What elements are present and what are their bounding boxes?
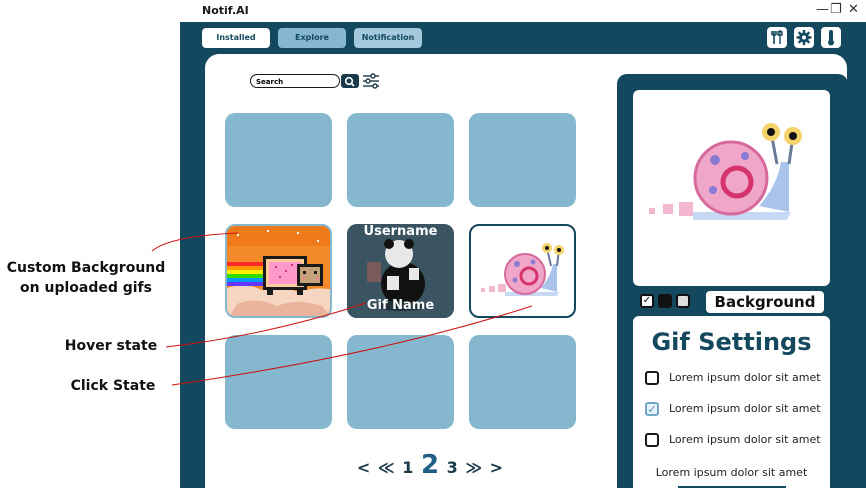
tab-notification[interactable]: Notification: [354, 28, 422, 48]
last-page-button[interactable]: ≫: [465, 458, 482, 477]
gear-icon[interactable]: [794, 27, 814, 48]
annotation-click-state: Click State: [70, 378, 156, 394]
gif-tile-selected[interactable]: [469, 224, 576, 318]
snail-preview-gif: [649, 123, 802, 220]
content-area: Search Username Gif Name < ≪ 1 2 3 ≫ > ✓…: [180, 54, 866, 488]
hover-gif-name: Gif Name: [366, 298, 435, 313]
setting-option-label: Lorem ipsum dolor sit amet: [669, 402, 821, 415]
thermometer-icon[interactable]: [821, 27, 841, 48]
background-selector: ✓ Background: [640, 291, 824, 313]
tab-explore[interactable]: Explore: [278, 28, 346, 48]
snail-gif: [481, 243, 564, 296]
gif-settings-title: Gif Settings: [651, 328, 812, 356]
search-icon: [344, 76, 355, 87]
gif-detail-sidebar: ✓ Background Gif Settings Lorem ipsum do…: [617, 74, 848, 488]
restore-icon[interactable]: ❐: [830, 2, 842, 17]
page-3-button[interactable]: 3: [447, 458, 458, 477]
annotation-custom-background: Custom Background on uploaded gifs: [6, 258, 166, 298]
nyan-cat-gif: [227, 226, 330, 316]
tools-icon[interactable]: [767, 27, 787, 48]
top-nav: Installed Explore Notification: [180, 22, 866, 54]
search-button[interactable]: [341, 74, 359, 88]
setting-description: Lorem ipsum dolor sit amet: [655, 466, 808, 479]
page-1-button[interactable]: 1: [402, 458, 413, 477]
annotation-hover-state: Hover state: [64, 338, 158, 354]
pagination: < ≪ 1 2 3 ≫ >: [345, 450, 515, 480]
setting-option-label: Lorem ipsum dolor sit amet: [669, 371, 821, 384]
gif-tile[interactable]: [225, 113, 332, 207]
app-window: Notif.AI — ❐ ✕ Installed Explore Notific…: [180, 0, 866, 488]
setting-option-1[interactable]: Lorem ipsum dolor sit amet: [645, 370, 830, 388]
hover-username: Username: [363, 224, 438, 239]
app-title: Notif.AI: [202, 4, 249, 17]
gif-tile[interactable]: [347, 113, 454, 207]
gif-tile[interactable]: [347, 335, 454, 429]
checkbox-checked-icon[interactable]: ✓: [645, 402, 659, 416]
first-page-button[interactable]: ≪: [378, 458, 395, 477]
title-bar: Notif.AI — ❐ ✕: [180, 0, 866, 22]
gif-preview: [633, 90, 830, 286]
minimize-icon[interactable]: —: [816, 2, 829, 17]
gif-tile[interactable]: [469, 335, 576, 429]
annotation-custom-background-text: Custom Background on uploaded gifs: [6, 260, 166, 296]
setting-option-2[interactable]: ✓ Lorem ipsum dolor sit amet: [645, 401, 830, 419]
background-checked-swatch[interactable]: ✓: [640, 294, 654, 308]
tab-installed[interactable]: Installed: [202, 28, 270, 48]
page-2-button-current[interactable]: 2: [421, 450, 439, 480]
setting-option-label: Lorem ipsum dolor sit amet: [669, 433, 821, 446]
search-input[interactable]: Search: [250, 74, 340, 88]
gif-tile[interactable]: [469, 113, 576, 207]
gif-settings-card: Gif Settings Lorem ipsum dolor sit amet …: [633, 316, 830, 488]
filter-icon[interactable]: [362, 72, 380, 90]
close-icon[interactable]: ✕: [848, 2, 859, 17]
gif-tile-custom-background[interactable]: [225, 224, 332, 318]
explore-panel: Search Username Gif Name < ≪ 1 2 3 ≫ > ✓…: [205, 54, 848, 488]
gif-tile-hover[interactable]: Username Gif Name: [347, 224, 454, 318]
checkbox-icon[interactable]: [645, 371, 659, 385]
prev-page-button[interactable]: <: [357, 458, 370, 477]
background-black-swatch[interactable]: [658, 294, 672, 308]
background-label: Background: [706, 291, 824, 313]
next-page-button[interactable]: >: [490, 458, 503, 477]
setting-option-3[interactable]: Lorem ipsum dolor sit amet: [645, 432, 830, 450]
checkbox-icon[interactable]: [645, 433, 659, 447]
gif-tile[interactable]: [225, 335, 332, 429]
background-transparent-swatch[interactable]: [676, 294, 690, 308]
